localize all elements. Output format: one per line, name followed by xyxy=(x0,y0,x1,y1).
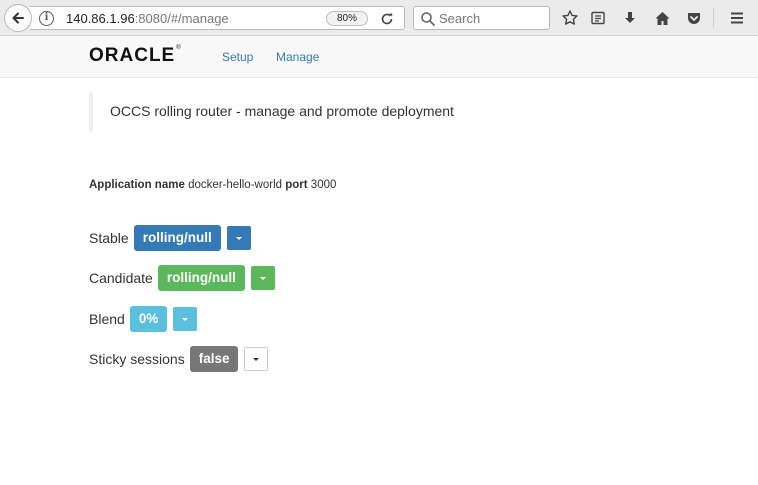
blend-label: Blend xyxy=(89,311,125,327)
logo-registered-mark: ® xyxy=(176,45,182,51)
nav-link-setup[interactable]: Setup xyxy=(222,50,253,64)
sticky-sessions-value-badge: false xyxy=(189,346,239,372)
app-name-value: docker-hello-world xyxy=(188,179,283,191)
back-icon xyxy=(12,12,24,24)
application-info: Application name docker-hello-world port… xyxy=(89,179,336,191)
menu-icon[interactable] xyxy=(727,8,747,28)
chevron-down-icon xyxy=(253,357,260,361)
candidate-value-badge: rolling/null xyxy=(157,265,245,291)
reload-icon[interactable] xyxy=(378,10,396,28)
browser-toolbar: i 140.86.1.96:8080/#/manage 80% xyxy=(0,0,758,36)
candidate-label: Candidate xyxy=(89,270,153,286)
stable-dropdown-button[interactable] xyxy=(226,226,251,250)
blend-value-badge: 0% xyxy=(129,306,168,332)
pocket-icon[interactable] xyxy=(684,8,704,28)
app-name-label: Application name xyxy=(89,179,185,191)
zoom-level-badge[interactable]: 80% xyxy=(326,11,368,26)
toolbar-divider xyxy=(713,8,714,28)
chevron-down-icon xyxy=(182,317,189,321)
search-input[interactable] xyxy=(439,10,544,26)
stable-row: Stable rolling/null xyxy=(89,225,251,251)
home-icon[interactable] xyxy=(652,8,672,28)
back-button[interactable] xyxy=(4,4,32,32)
page-heading: OCCS rolling router - manage and promote… xyxy=(89,92,729,132)
sticky-sessions-dropdown-button[interactable] xyxy=(244,347,269,371)
port-label: port xyxy=(285,179,308,191)
bookmark-star-icon[interactable] xyxy=(560,8,580,28)
info-icon[interactable]: i xyxy=(39,11,54,26)
blend-row: Blend 0% xyxy=(89,306,198,332)
download-icon[interactable] xyxy=(620,8,640,28)
candidate-dropdown-button[interactable] xyxy=(250,266,275,290)
site-navbar: ORACLE® Setup Manage xyxy=(0,37,758,78)
sticky-sessions-row: Sticky sessions false xyxy=(89,346,269,372)
url-host: 140.86.1.96 xyxy=(66,11,135,26)
chevron-down-icon xyxy=(235,236,242,240)
stable-value-badge: rolling/null xyxy=(133,225,221,251)
search-bar[interactable] xyxy=(413,6,550,30)
blend-dropdown-button[interactable] xyxy=(173,307,198,331)
url-bar[interactable]: i 140.86.1.96:8080/#/manage 80% xyxy=(30,6,405,30)
url-path: :8080/#/manage xyxy=(134,11,229,26)
nav-link-manage[interactable]: Manage xyxy=(276,50,319,64)
logo-text: ORACLE xyxy=(89,45,176,66)
port-value: 3000 xyxy=(310,179,337,191)
search-icon xyxy=(421,12,435,26)
stable-label: Stable xyxy=(89,230,129,246)
url-text[interactable]: 140.86.1.96:8080/#/manage xyxy=(66,11,229,26)
sticky-sessions-label: Sticky sessions xyxy=(89,351,185,367)
chevron-down-icon xyxy=(259,276,266,280)
oracle-logo[interactable]: ORACLE® xyxy=(89,45,182,67)
candidate-row: Candidate rolling/null xyxy=(89,265,275,291)
reading-list-icon[interactable] xyxy=(588,8,608,28)
